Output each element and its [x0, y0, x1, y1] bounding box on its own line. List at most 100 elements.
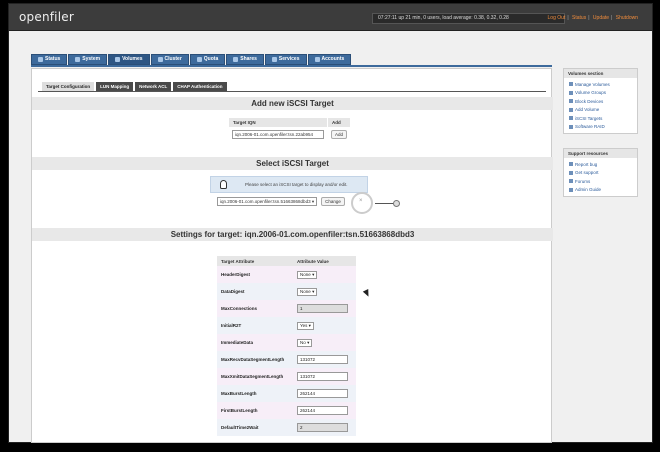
tab-network-acl[interactable]: Network ACL [135, 82, 172, 91]
nav-rule [31, 65, 552, 67]
bullet-icon [569, 124, 573, 129]
volumes-sidebar: Volumes section Manage Volumes Volume Gr… [563, 68, 638, 134]
top-links: Log Out | Status | Update | Shutdown [547, 15, 638, 21]
tab-volumes[interactable]: Volumes [108, 54, 150, 65]
tab-cluster[interactable]: Cluster [150, 54, 189, 65]
attr-name: FirstBurstLength [217, 402, 294, 419]
subtab-rule [38, 91, 546, 92]
system-status: 07:27:11 up 21 min, 0 users, load averag… [372, 13, 565, 24]
bullet-icon [569, 82, 573, 87]
attr-name: MaxXmitDataSegmentLength [217, 368, 294, 385]
bullet-icon [569, 116, 573, 121]
main-nav: Status System Volumes Cluster Quota Shar… [31, 54, 352, 65]
attribute-table: Target Attribute Attribute Value HeaderD… [217, 256, 356, 436]
bullet-icon [569, 187, 573, 192]
bullet-icon [569, 90, 573, 95]
tab-lun-mapping[interactable]: LUN Mapping [96, 82, 134, 91]
info-text: Please select an iSCSI target to display… [245, 182, 348, 187]
col-target-iqn: Target IQN [228, 117, 328, 128]
header-digest-select[interactable]: None ▾ [297, 270, 318, 279]
table-row: MaxBurstLength 262144 [217, 385, 356, 402]
add-button[interactable]: Add [331, 130, 348, 139]
sidebar-item-block-devices[interactable]: Block Devices [564, 97, 637, 106]
max-burst-input[interactable]: 262144 [297, 389, 349, 398]
volumes-icon [115, 57, 121, 62]
sidebar-item-report-bug[interactable]: Report bug [564, 160, 637, 169]
sidebar-item-manage-volumes[interactable]: Manage Volumes [564, 80, 637, 89]
tab-shares[interactable]: Shares [226, 54, 264, 65]
accounts-icon [314, 57, 320, 62]
table-row: DefaultTime2Wait 2 [217, 419, 356, 436]
add-target-table: Target IQN Add iqn.2006-01.com.openfiler… [228, 117, 352, 142]
pointer-line [375, 203, 394, 204]
tab-target-configuration[interactable]: Target Configuration [42, 82, 95, 91]
attr-name: MaxRecvDataSegmentLength [217, 351, 294, 368]
attr-name: MaxBurstLength [217, 385, 294, 402]
sub-tabs: Target Configuration LUN Mapping Network… [42, 82, 227, 91]
services-icon [271, 57, 277, 62]
attr-name: MaxConnections [217, 300, 294, 317]
bullet-icon [569, 107, 573, 112]
status-icon [38, 57, 43, 62]
attr-name: DefaultTime2Wait [217, 419, 294, 436]
support-sidebar: Support resources Report bug Get support… [563, 148, 638, 197]
system-icon [75, 57, 81, 62]
shares-icon [233, 57, 239, 62]
attr-name: InitialR2T [217, 317, 294, 334]
tab-status[interactable]: Status [31, 54, 68, 65]
settings-title: Settings for target: iqn.2006-01.com.ope… [32, 228, 553, 241]
volumes-section-title: Volumes section [564, 69, 637, 78]
sidebar-item-add-volume[interactable]: Add Volume [564, 106, 637, 115]
main-panel: Target Configuration LUN Mapping Network… [31, 68, 553, 443]
sidebar-item-volume-groups[interactable]: Volume Groups [564, 89, 637, 98]
status-link[interactable]: Status [572, 15, 586, 21]
col-add: Add [326, 117, 352, 128]
close-icon: × [359, 198, 363, 204]
sidebar-item-iscsi-targets[interactable]: iSCSI Targets [564, 114, 637, 123]
shutdown-link[interactable]: Shutdown [616, 15, 638, 21]
tab-quota[interactable]: Quota [189, 54, 226, 65]
target-select[interactable]: iqn.2006-01.com.openfiler:tsn.51663868db… [217, 197, 318, 206]
bullet-icon [569, 99, 573, 104]
attr-name: DataDigest [217, 283, 294, 300]
sidebar-item-admin-guide[interactable]: Admin Guide [564, 186, 637, 195]
table-row: InitialR2T Yes ▾ [217, 317, 356, 334]
tab-services[interactable]: Services [264, 54, 307, 65]
update-link[interactable]: Update [593, 15, 609, 21]
table-row: MaxXmitDataSegmentLength 131072 [217, 368, 356, 385]
select-target-title: Select iSCSI Target [32, 157, 553, 170]
attr-name: ImmediateData [217, 334, 294, 351]
default-time2wait-field: 2 [297, 423, 349, 432]
support-section-title: Support resources [564, 149, 637, 158]
tab-system[interactable]: System [68, 54, 108, 65]
quota-icon [196, 57, 202, 62]
lightbulb-icon [220, 180, 227, 189]
max-xmit-input[interactable]: 131072 [297, 372, 349, 381]
pointer-dot [393, 200, 400, 207]
logo: openfiler [19, 10, 74, 24]
col-attribute-value: Attribute Value [293, 256, 356, 266]
bullet-icon [569, 162, 573, 167]
table-row: ImmediateData No ▾ [217, 334, 356, 351]
sidebar-item-forums[interactable]: Forums [564, 177, 637, 186]
tab-accounts[interactable]: Accounts [307, 54, 352, 65]
first-burst-input[interactable]: 262144 [297, 406, 349, 415]
initial-r2t-select[interactable]: Yes ▾ [297, 321, 314, 330]
sidebar-item-software-raid[interactable]: Software RAID [564, 123, 637, 132]
table-row: DataDigest None ▾ [217, 283, 356, 300]
table-row: HeaderDigest None ▾ [217, 266, 356, 283]
table-row: FirstBurstLength 262144 [217, 402, 356, 419]
max-recv-input[interactable]: 131072 [297, 355, 349, 364]
attr-name: HeaderDigest [217, 266, 294, 283]
change-button[interactable]: Change [321, 197, 345, 206]
data-digest-select[interactable]: None ▾ [297, 287, 318, 296]
sidebar-item-get-support[interactable]: Get support [564, 169, 637, 178]
logout-link[interactable]: Log Out [548, 15, 566, 21]
tab-chap-authentication[interactable]: CHAP Authentication [173, 82, 227, 91]
target-iqn-input[interactable]: iqn.2006-01.com.openfiler:tsn.22ab954 [232, 130, 324, 139]
bullet-icon [569, 179, 573, 184]
max-connections-field: 1 [297, 304, 349, 313]
immediate-data-select[interactable]: No ▾ [297, 338, 313, 347]
bullet-icon [569, 170, 573, 175]
table-row: MaxConnections 1 [217, 300, 356, 317]
